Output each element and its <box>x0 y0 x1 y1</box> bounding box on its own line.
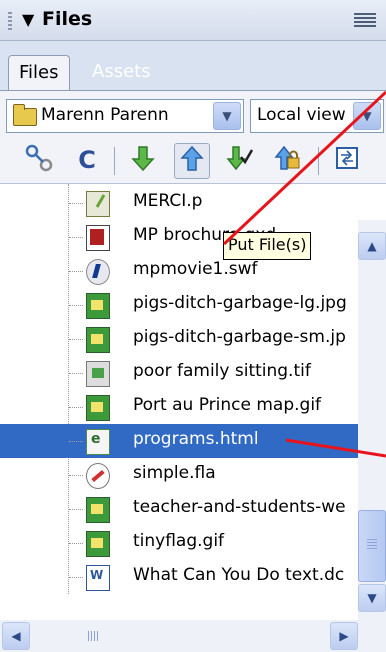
annotation-lines <box>222 90 386 458</box>
annotation-line-put <box>222 90 386 246</box>
annotation-line-programs <box>285 438 386 458</box>
